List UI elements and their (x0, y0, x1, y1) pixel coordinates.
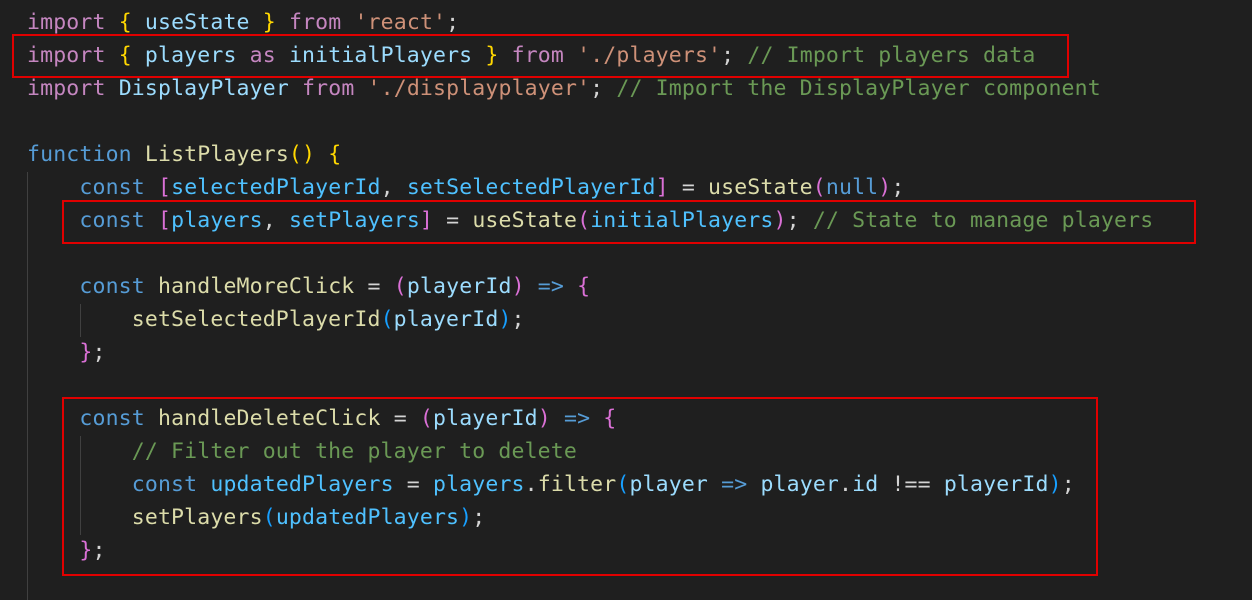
code-token: function (27, 142, 132, 167)
code-token: import (27, 76, 106, 101)
code-line-11[interactable]: }; (27, 336, 106, 369)
code-line-9[interactable]: const handleMoreClick = (playerId) => { (27, 270, 590, 303)
code-token: ; (446, 10, 460, 35)
code-token: [ (157, 175, 172, 200)
code-token: const (79, 274, 145, 299)
code-token: () (288, 142, 316, 167)
code-token: playerId (406, 274, 512, 299)
code-token: ( (812, 175, 826, 200)
code-token: playerId (393, 307, 499, 332)
code-token: setSelectedPlayerId (406, 175, 656, 200)
code-token: { (577, 274, 591, 299)
code-token: useState (708, 175, 813, 200)
code-token: 'react' (354, 10, 447, 35)
code-token: ) (511, 274, 525, 299)
code-token: ( (380, 307, 394, 332)
code-token: ; (590, 76, 604, 101)
code-token: = (668, 175, 709, 200)
code-token: from (288, 10, 342, 35)
code-token: import (27, 10, 106, 35)
code-token: useState (131, 10, 263, 35)
highlight-box-players-state (62, 200, 1196, 244)
code-token: } (262, 10, 276, 35)
code-token: ( (393, 274, 407, 299)
code-token: ; (891, 175, 905, 200)
code-token: // Import the DisplayPlayer component (616, 76, 1101, 101)
code-token: selectedPlayerId (171, 175, 381, 200)
code-token: const (79, 175, 145, 200)
code-token: , (380, 175, 407, 200)
code-token: ) (498, 307, 512, 332)
highlight-box-import-players (12, 34, 1069, 78)
code-token: ] (655, 175, 669, 200)
code-token: handleMoreClick (157, 274, 355, 299)
code-token: DisplayPlayer (118, 76, 289, 101)
code-line-10[interactable]: setSelectedPlayerId(playerId); (27, 303, 525, 336)
code-token: ; (92, 340, 106, 365)
code-line-5[interactable]: function ListPlayers() { (27, 138, 341, 171)
code-token: { (328, 142, 342, 167)
code-token: ; (511, 307, 525, 332)
code-token: setSelectedPlayerId (131, 307, 381, 332)
code-token: './displayplayer' (367, 76, 591, 101)
code-token: ListPlayers (144, 142, 289, 167)
code-token: null (825, 175, 879, 200)
highlight-box-handle-delete (62, 397, 1098, 576)
code-token: } (79, 340, 93, 365)
code-token: => (537, 274, 564, 299)
code-token: ) (878, 175, 892, 200)
code-token: from (302, 76, 355, 101)
code-editor[interactable]: import { useState } from 'react'; import … (0, 0, 1252, 600)
code-token: { (118, 10, 132, 35)
code-token: = (354, 274, 394, 299)
